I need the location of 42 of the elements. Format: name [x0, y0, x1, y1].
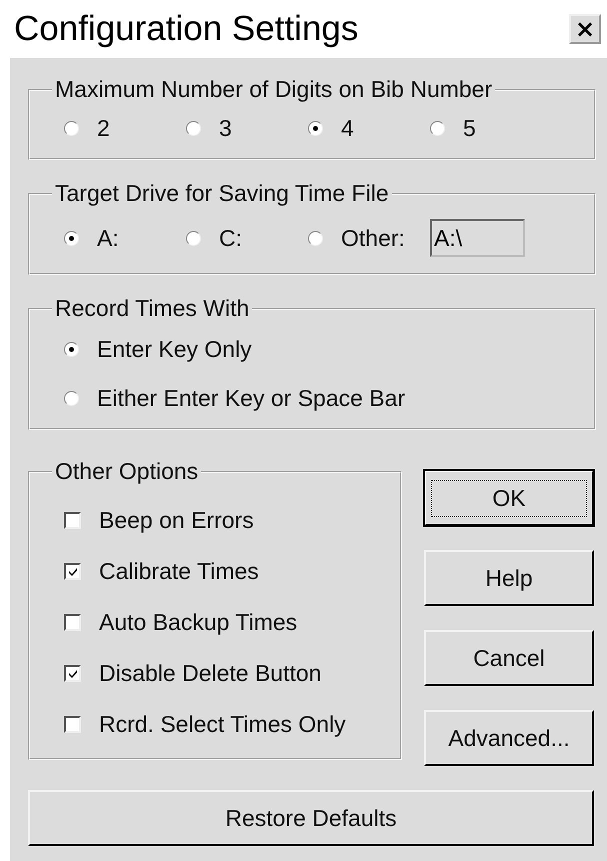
checkbox-label: Beep on Errors	[99, 507, 254, 534]
group-label: Target Drive for Saving Time File	[54, 180, 390, 207]
radio-button[interactable]	[186, 121, 201, 136]
close-button[interactable]: ×	[569, 14, 601, 44]
dialog-button[interactable]: Help	[424, 550, 594, 606]
checkbox[interactable]	[64, 614, 81, 631]
radio-button[interactable]	[308, 121, 323, 136]
radio-label: Either Enter Key or Space Bar	[97, 385, 406, 412]
dialog-button[interactable]: OK	[424, 470, 594, 526]
dialog-button[interactable]: Cancel	[424, 630, 594, 686]
check-mark-icon	[66, 668, 78, 680]
checkbox[interactable]	[64, 665, 81, 682]
radio-label: Enter Key Only	[97, 336, 252, 363]
radio-button[interactable]	[64, 342, 79, 357]
radio-button[interactable]	[430, 121, 445, 136]
checkbox-label: Disable Delete Button	[99, 660, 322, 687]
radio-button[interactable]	[308, 230, 323, 246]
radio-label: 5	[463, 115, 476, 142]
check-mark-icon	[66, 566, 78, 578]
group-label: Other Options	[54, 458, 200, 485]
radio-button[interactable]	[186, 230, 201, 246]
path-input-field[interactable]: A:\	[430, 219, 525, 257]
radio-button[interactable]	[64, 230, 79, 246]
radio-label: Other:	[341, 224, 405, 252]
radio-button[interactable]	[64, 391, 79, 406]
radio-label: C:	[219, 224, 242, 252]
radio-label: 2	[97, 115, 110, 142]
radio-label: 3	[219, 115, 232, 142]
checkbox[interactable]	[64, 563, 81, 580]
checkbox[interactable]	[64, 512, 81, 529]
checkbox-label: Rcrd. Select Times Only	[99, 711, 346, 738]
checkbox-label: Auto Backup Times	[99, 609, 298, 636]
radio-label: 4	[341, 115, 354, 142]
group-label: Record Times With	[54, 295, 250, 322]
window-title: Configuration Settings	[14, 9, 358, 49]
group-label: Maximum Number of Digits on Bib Number	[54, 76, 494, 103]
checkbox[interactable]	[64, 716, 81, 733]
radio-button[interactable]	[64, 121, 79, 136]
dialog-button[interactable]: Advanced...	[424, 710, 594, 766]
checkbox-label: Calibrate Times	[99, 558, 259, 585]
restore-defaults-button[interactable]: Restore Defaults	[28, 790, 594, 846]
radio-label: A:	[97, 224, 119, 252]
